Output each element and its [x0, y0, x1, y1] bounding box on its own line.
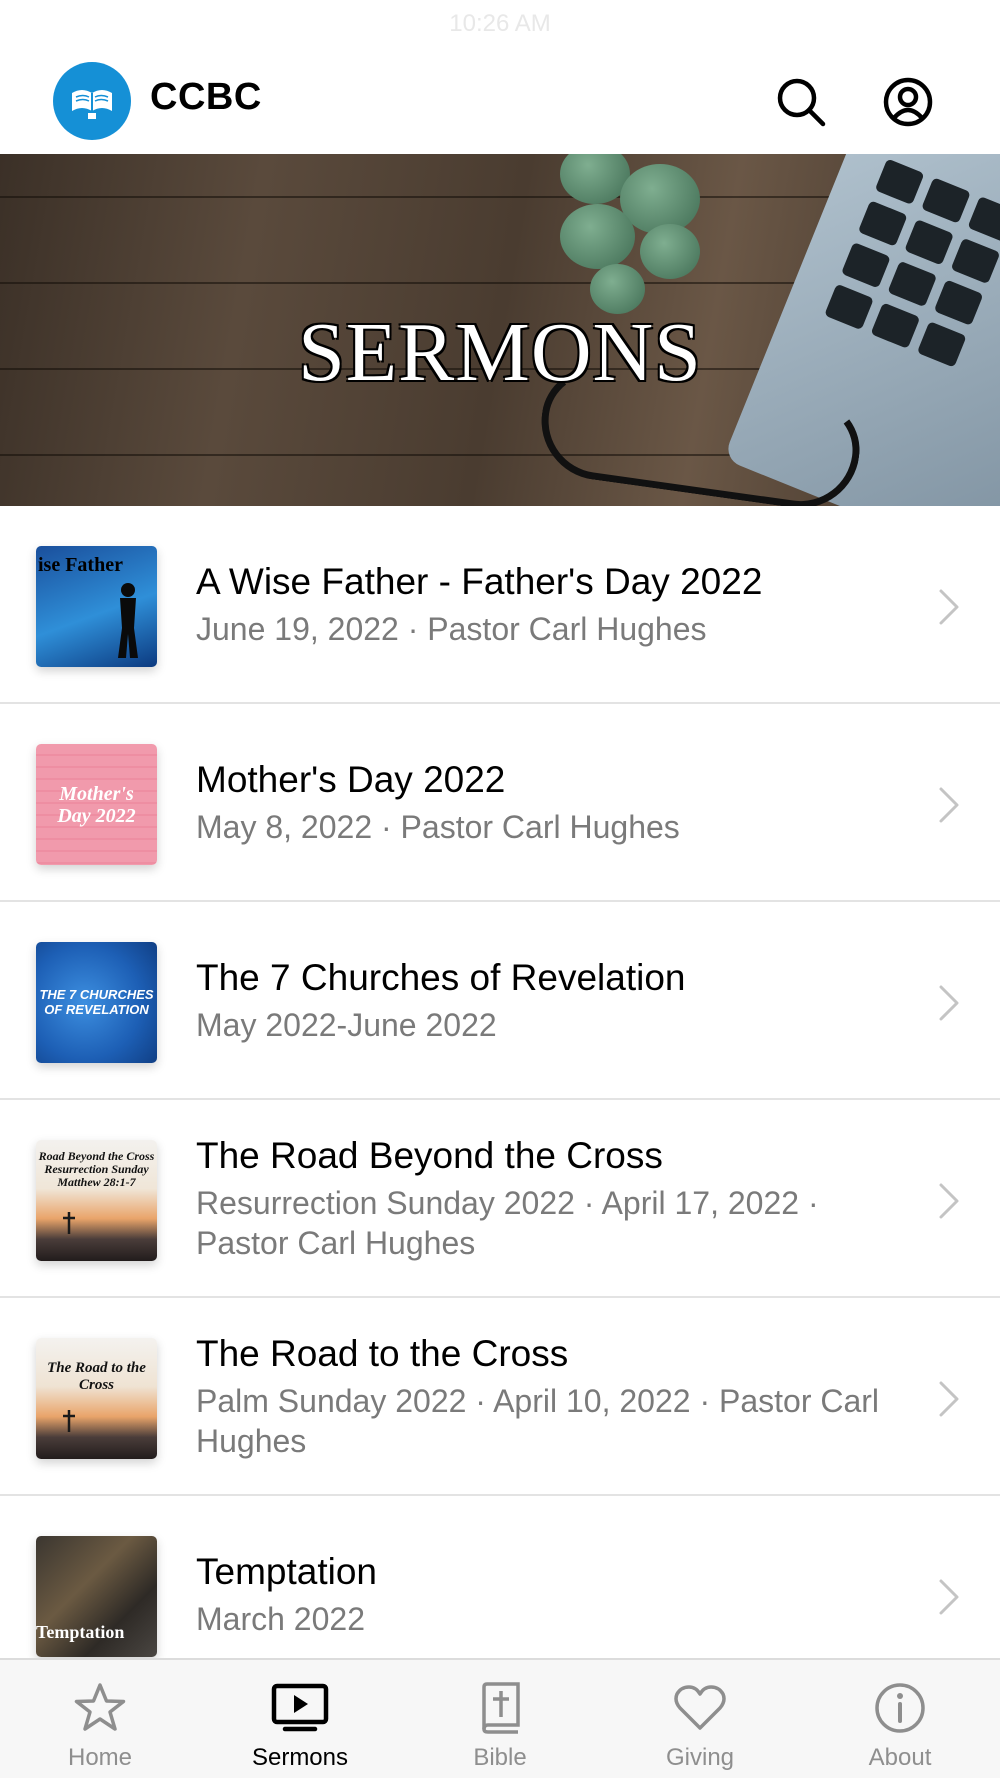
app-header: CCBC: [0, 48, 1000, 154]
thumbnail-caption: Temptation: [36, 1622, 125, 1643]
thumbnail-caption: Mother's Day 2022: [57, 782, 136, 827]
sermon-title: The Road to the Cross: [196, 1333, 569, 1375]
account-button[interactable]: [881, 75, 935, 129]
sermon-row[interactable]: Road Beyond the Cross Resurrection Sunda…: [0, 1100, 1000, 1298]
sermon-title: Temptation: [196, 1551, 377, 1593]
tab-bar: Home Sermons Bible Giving About: [0, 1658, 1000, 1778]
chevron-right-icon: [939, 1183, 959, 1219]
sermons-banner: SERMONS: [0, 154, 1000, 506]
thumbnail-caption: Road Beyond the Cross Resurrection Sunda…: [38, 1149, 155, 1190]
tab-bible[interactable]: Bible: [400, 1660, 600, 1778]
tab-home[interactable]: Home: [0, 1660, 200, 1778]
app-title: CCBC: [150, 76, 262, 118]
sermon-thumbnail: ise Father: [36, 546, 157, 667]
sermon-thumbnail: The Road to the Cross: [36, 1338, 157, 1459]
chevron-right-icon: [939, 589, 959, 625]
sermon-subtitle: Palm Sunday 2022 · April 10, 2022 · Past…: [196, 1382, 880, 1460]
cross-icon: [63, 1410, 75, 1432]
sermon-row[interactable]: ise Father A Wise Father - Father's Day …: [0, 506, 1000, 704]
chevron-right-icon: [939, 1381, 959, 1417]
bible-cross-icon: [482, 1682, 520, 1734]
sermon-title: Mother's Day 2022: [196, 759, 506, 801]
thumbnail-caption: The Road to the Cross: [47, 1360, 146, 1393]
tab-about[interactable]: About: [800, 1660, 1000, 1778]
sermon-thumbnail: THE 7 CHURCHES OF REVELATION: [36, 942, 157, 1063]
open-bible-icon: [72, 90, 112, 119]
silhouette-figure: [118, 583, 138, 658]
sermon-thumbnail: Mother's Day 2022: [36, 744, 157, 865]
chevron-right-icon: [939, 985, 959, 1021]
tab-label: Sermons: [251, 1744, 349, 1771]
sermon-title: The 7 Churches of Revelation: [196, 957, 686, 999]
tab-label: Giving: [665, 1744, 735, 1771]
tab-giving[interactable]: Giving: [600, 1660, 800, 1778]
tab-label: Home: [67, 1744, 133, 1771]
tab-label: Bible: [473, 1744, 527, 1771]
sermon-subtitle: Resurrection Sunday 2022 · April 17, 202…: [196, 1184, 819, 1262]
account-icon: [883, 77, 933, 127]
tab-label: About: [868, 1744, 932, 1771]
sermon-thumbnail: Temptation: [36, 1536, 157, 1657]
sermon-list: ise Father A Wise Father - Father's Day …: [0, 506, 1000, 1694]
tab-sermons[interactable]: Sermons: [200, 1660, 400, 1778]
sermon-subtitle: June 19, 2022 · Pastor Carl Hughes: [196, 610, 707, 647]
sermon-title: The Road Beyond the Cross: [196, 1135, 663, 1177]
sermon-subtitle: May 2022-June 2022: [196, 1006, 497, 1043]
sermon-row[interactable]: THE 7 CHURCHES OF REVELATION The 7 Churc…: [0, 902, 1000, 1100]
sermon-row[interactable]: The Road to the Cross The Road to the Cr…: [0, 1298, 1000, 1496]
cross-icon: [63, 1212, 75, 1234]
sermon-title: A Wise Father - Father's Day 2022: [196, 561, 763, 603]
search-button[interactable]: [774, 75, 828, 129]
search-icon: [777, 78, 826, 127]
chevron-right-icon: [939, 1579, 959, 1615]
sermon-subtitle: March 2022: [196, 1600, 365, 1637]
church-logo[interactable]: [53, 62, 131, 140]
sermon-subtitle: May 8, 2022 · Pastor Carl Hughes: [196, 808, 680, 845]
thumbnail-caption: ise Father: [38, 554, 123, 576]
sermon-thumbnail: Road Beyond the Cross Resurrection Sunda…: [36, 1140, 157, 1261]
star-icon: [74, 1683, 126, 1731]
chevron-right-icon: [939, 787, 959, 823]
sermon-row[interactable]: Mother's Day 2022 Mother's Day 2022 May …: [0, 704, 1000, 902]
heart-icon: [674, 1685, 726, 1730]
info-icon: [875, 1683, 925, 1733]
thumbnail-caption: THE 7 CHURCHES OF REVELATION: [39, 987, 154, 1017]
tv-play-icon: [271, 1683, 329, 1732]
banner-title: SERMONS: [298, 306, 702, 399]
status-bar-time: 10:26 AM: [449, 10, 551, 37]
